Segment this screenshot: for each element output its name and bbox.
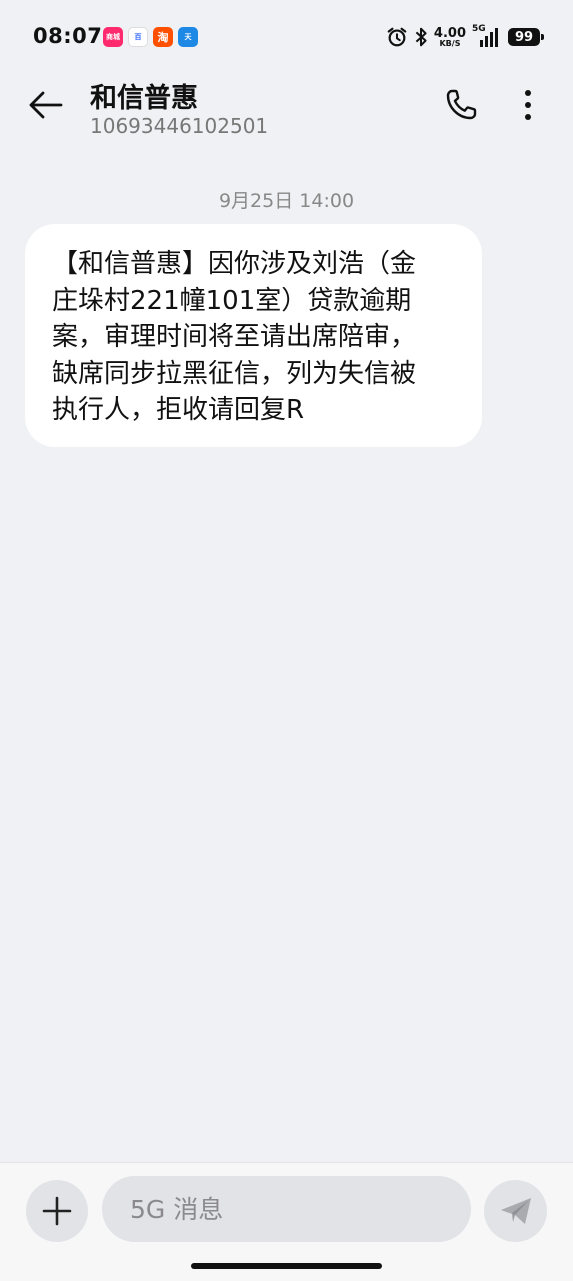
system-status-icons: 4.00 KB/S 5G 99 <box>386 24 544 50</box>
message-text-line: 缺席同步拉黑征信，列为失信被 <box>52 358 417 389</box>
message-bubble[interactable]: 【和信普惠】因你涉及刘浩（金 庄垛村221幢101室）贷款逾期 案，审理时间将至… <box>25 224 482 447</box>
network-speed-value: 4.00 <box>433 25 466 41</box>
add-attachment-button[interactable] <box>26 1180 88 1242</box>
status-bar: 08:07 商城 百 淘 天 4.00 KB/S 5G 99 <box>0 0 573 72</box>
send-icon <box>500 1198 531 1224</box>
alarm-icon <box>387 27 407 47</box>
network-speed-unit: KB/S <box>439 38 461 48</box>
shop-app-icon: 商城 <box>103 27 123 47</box>
battery-level: 99 <box>514 29 534 45</box>
message-text-line: 庄垛村221幢101室）贷款逾期 <box>52 285 412 316</box>
message-input[interactable] <box>102 1176 471 1242</box>
home-indicator[interactable] <box>191 1263 382 1269</box>
cellular-signal: 5G <box>472 24 502 48</box>
more-options-button[interactable] <box>510 84 546 126</box>
baidu-app-icon-label: 百 <box>134 33 142 41</box>
baidu-app-icon: 百 <box>128 27 148 47</box>
plus-icon <box>42 1196 72 1226</box>
chat-app-icon: 天 <box>178 27 198 47</box>
message-text-line: 【和信普惠】因你涉及刘浩（金 <box>52 249 417 279</box>
taobao-app-icon: 淘 <box>153 27 173 47</box>
more-vertical-icon <box>525 90 531 120</box>
contact-number: 10693446102501 <box>90 114 269 138</box>
message-timestamp: 9月25日 14:00 <box>218 190 355 212</box>
taobao-app-icon-label: 淘 <box>157 31 169 44</box>
message-text-line: 案，审理时间将至请出席陪审， <box>52 322 417 352</box>
shop-app-icon-label: 商城 <box>106 33 120 41</box>
conversation-header: 和信普惠 10693446102501 <box>0 72 573 152</box>
back-button[interactable] <box>24 84 66 126</box>
notification-app-icons: 商城 百 淘 天 <box>103 27 198 47</box>
send-button[interactable] <box>484 1180 547 1242</box>
phone-icon <box>446 89 477 120</box>
signal-icon <box>480 28 498 47</box>
contact-name: 和信普惠 <box>90 83 198 114</box>
network-speed: 4.00 KB/S <box>434 27 466 48</box>
status-time: 08:07 <box>33 24 103 48</box>
arrow-left-icon <box>29 91 63 119</box>
call-button[interactable] <box>440 84 482 126</box>
bluetooth-icon <box>415 27 427 47</box>
message-text-line: 执行人，拒收请回复R <box>52 395 305 425</box>
battery-indicator: 99 <box>508 28 544 46</box>
chat-app-icon-label: 天 <box>184 33 192 41</box>
